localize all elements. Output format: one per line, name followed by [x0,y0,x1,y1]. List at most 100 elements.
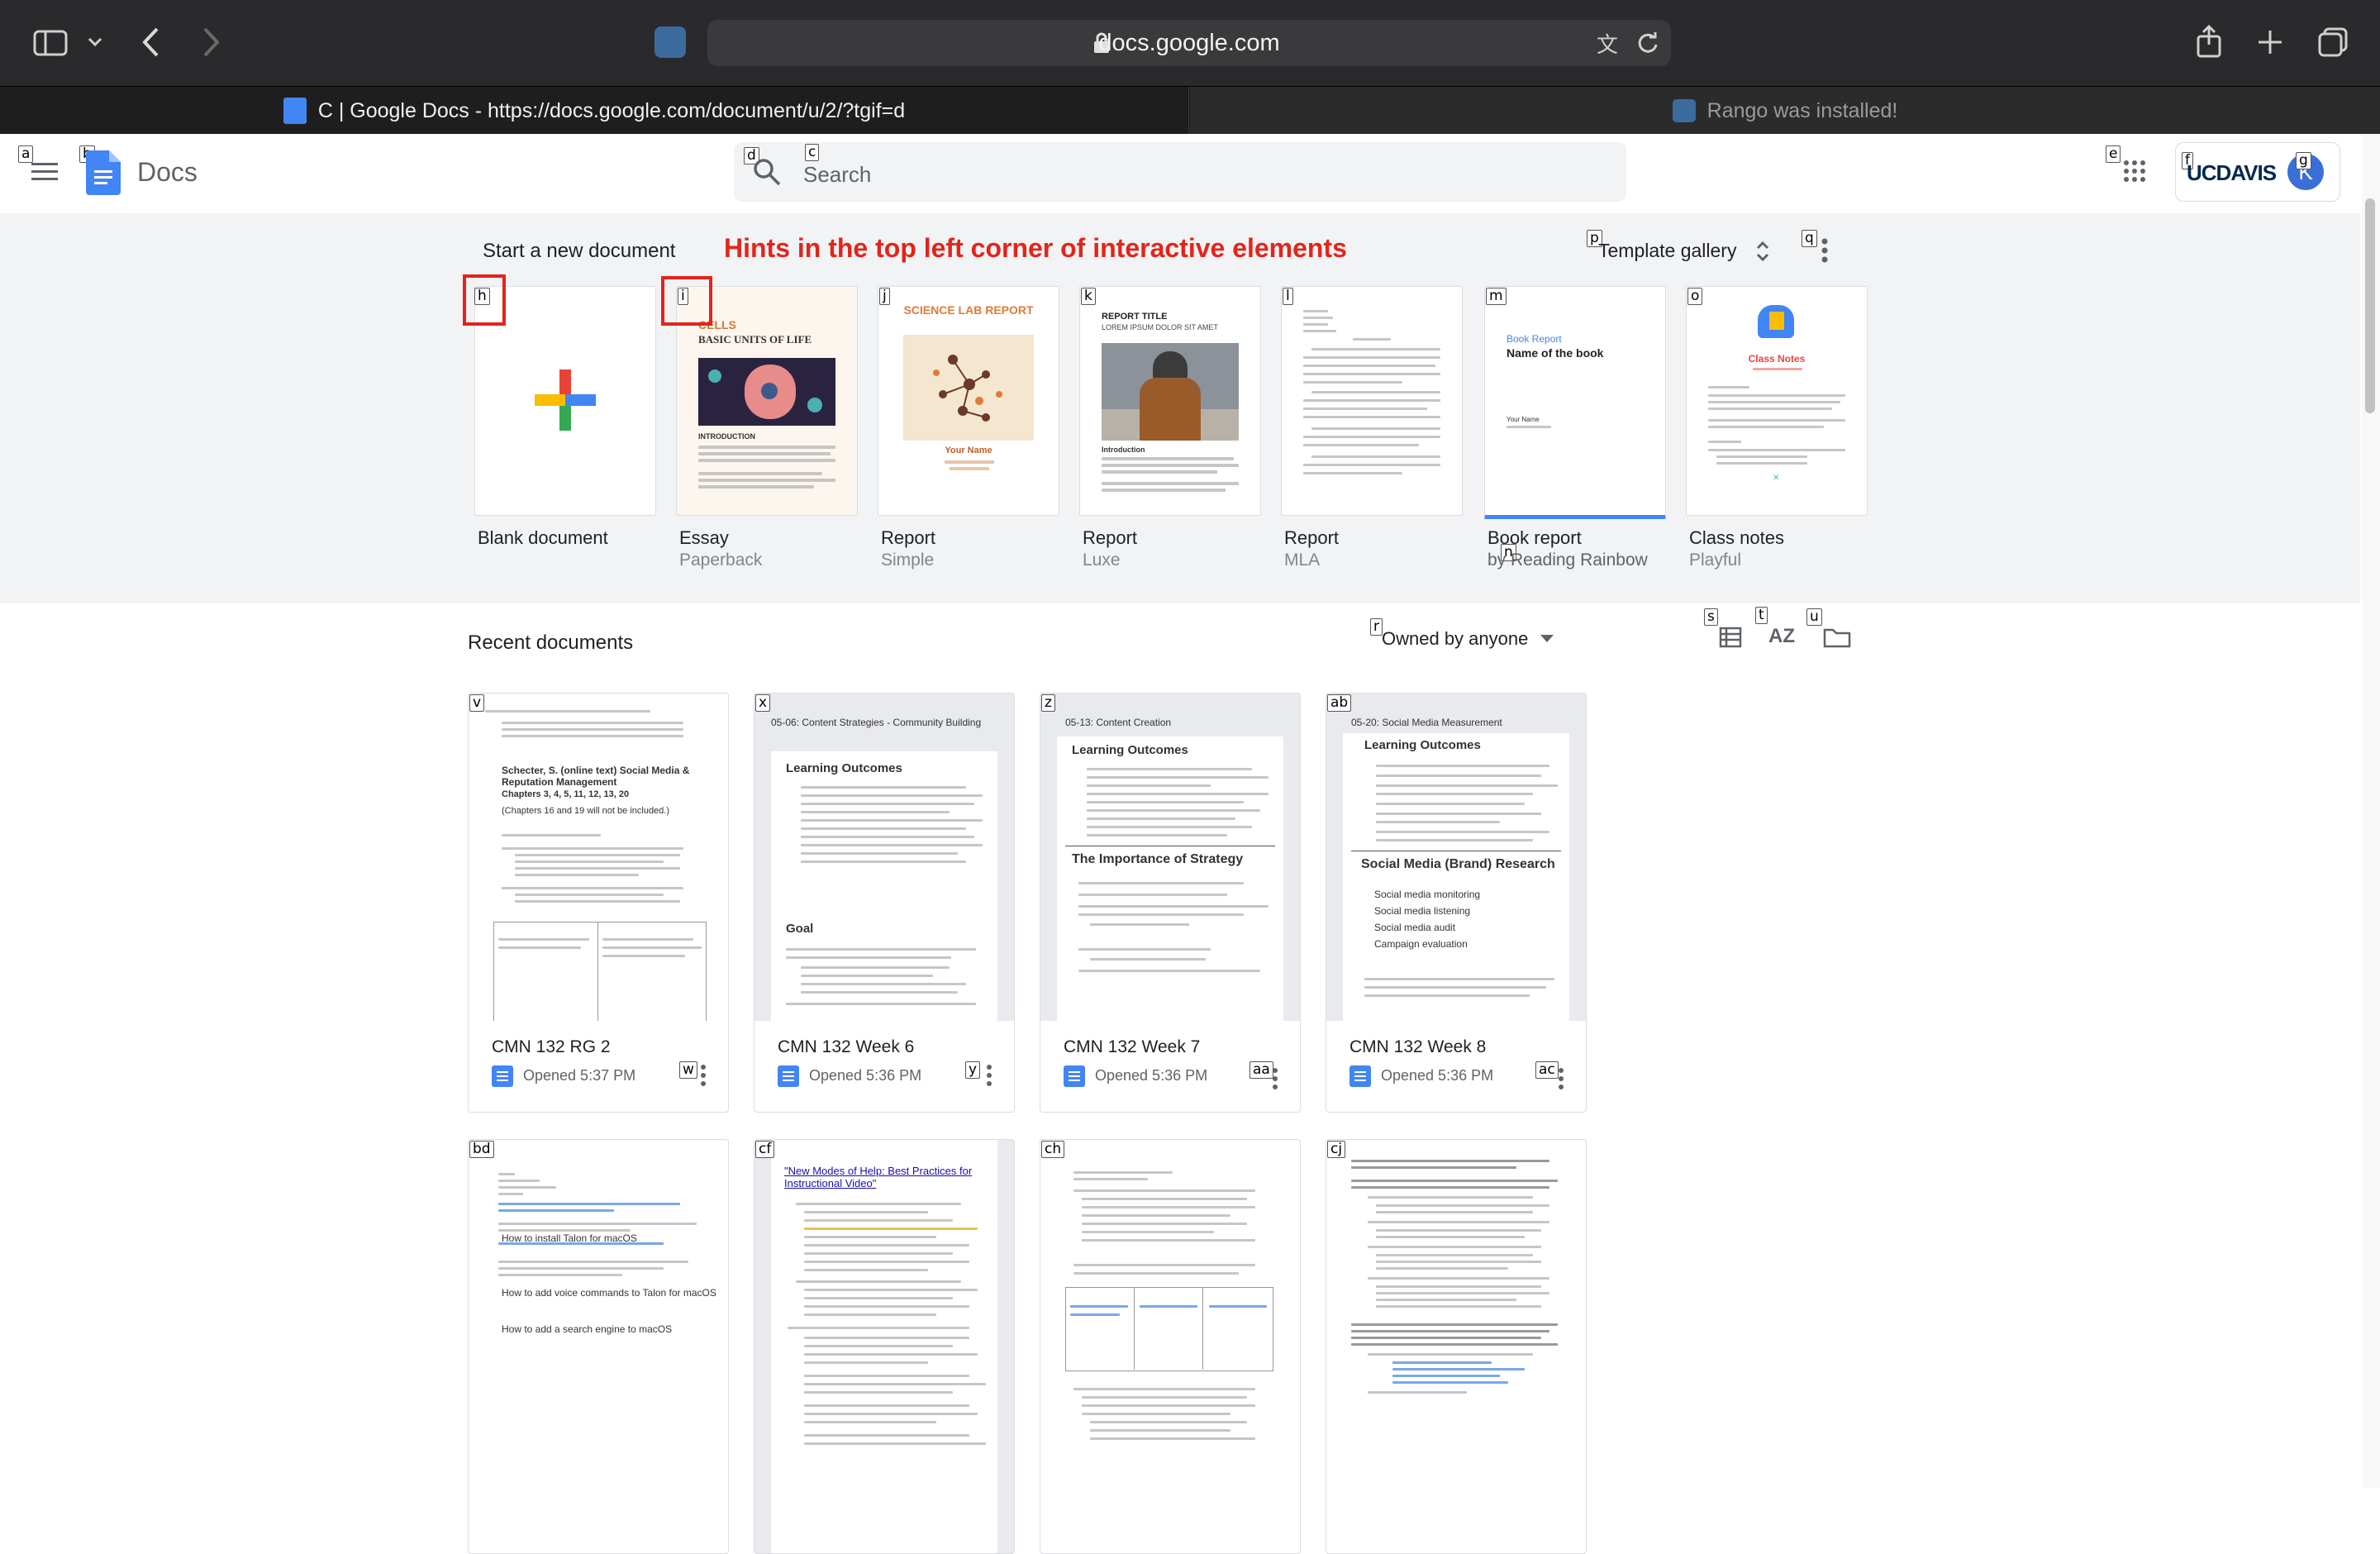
hint-badge: o [1687,288,1703,305]
template-subtitle: Paperback [679,551,763,570]
hint-badge: v [469,694,485,712]
doc-card[interactable]: Schecter, S. (online text) Social Media … [468,693,729,1113]
thumb-title: REPORT TITLE [1102,312,1168,322]
share-icon[interactable] [2195,25,2223,58]
hint-badge: ab [1327,694,1352,712]
template-subtitle: by Reading Rainbow [1488,551,1648,570]
tab-google-docs[interactable]: C | Google Docs - https://docs.google.co… [0,87,1189,135]
hint-badge: aa [1250,1061,1273,1079]
section-title: Start a new document [483,240,676,262]
hint-badge: y [965,1061,981,1079]
hint-badge: r [1370,618,1383,636]
more-vert-icon[interactable] [700,1064,707,1087]
more-vert-icon[interactable] [986,1064,992,1087]
translate-icon[interactable]: 文 [1597,28,1630,58]
hint-badge: g [2296,152,2311,169]
hint-badge: ac [1535,1061,1559,1079]
doc-card[interactable]: 05-13: Content Creation Learning Outcome… [1040,693,1301,1113]
docs-logo-icon[interactable] [86,150,121,195]
search-icon[interactable] [752,157,782,187]
docs-file-icon [492,1065,513,1087]
new-tab-icon[interactable] [2256,28,2284,56]
chevron-down-icon[interactable] [88,36,102,48]
dropdown-arrow-icon[interactable] [1540,635,1554,643]
preview-line: How to add voice commands to Talon for m… [502,1287,716,1299]
folder-icon[interactable] [1823,627,1851,648]
docs-file-icon [1349,1065,1371,1087]
hint-badge: l [1283,288,1293,305]
thumb-photo [1102,343,1239,441]
hint-badge: u [1806,608,1822,626]
doc-opened-time: Opened 5:36 PM [1095,1067,1208,1084]
apps-grid-icon[interactable] [2124,160,2145,182]
template-report-simple[interactable]: SCIENCE LAB REPORT Your Name [878,286,1059,516]
tab-bar: C | Google Docs - https://docs.google.co… [0,86,2380,135]
hint-badge: ch [1041,1141,1065,1158]
doc-opened-time: Opened 5:36 PM [1381,1067,1494,1084]
doc-title: CMN 132 Week 8 [1349,1037,1487,1056]
hint-badge: bd [469,1141,494,1158]
back-icon[interactable] [140,26,160,58]
doc-card[interactable] [1326,1139,1587,1554]
main-menu-icon[interactable] [31,162,58,182]
template-class-notes[interactable]: Class Notes ✕ [1686,286,1868,516]
address-bar[interactable]: docs.google.com 文 [707,20,1671,66]
template-book-report[interactable]: Book Report Name of the book Your Name [1484,286,1666,519]
url-text: docs.google.com [1098,30,1280,56]
plus-icon [535,369,596,431]
doc-card[interactable]: 05-06: Content Strategies - Community Bu… [754,693,1015,1113]
expand-collapse-icon[interactable] [1755,240,1770,263]
preview-h2: Social Media (Brand) Research [1361,857,1555,871]
template-subtitle: Simple [881,551,935,570]
template-subtitle: MLA [1284,551,1321,570]
doc-card[interactable] [1040,1139,1301,1554]
doc-card[interactable]: "New Modes of Help: Best Practices for I… [754,1139,1015,1554]
owner-filter-dropdown[interactable]: Owned by anyone [1382,628,1528,650]
forward-icon[interactable] [202,26,221,58]
tab-rango[interactable]: Rango was installed! [1190,87,2380,135]
template-subtitle: Luxe [1083,551,1121,570]
scrollbar-thumb[interactable] [2365,198,2375,413]
tab-label: C | Google Docs - https://docs.google.co… [317,98,906,122]
search-placeholder: Search [803,162,872,187]
template-gallery-button[interactable]: Template gallery [1598,240,1736,262]
rango-favicon-icon [1672,99,1696,122]
docs-file-icon [1064,1065,1085,1087]
rango-extension-icon[interactable] [654,26,686,58]
preview-h1: Learning Outcomes [1364,738,1481,752]
thumb-subtitle: LOREM IPSUM DOLOR SIT AMET [1102,323,1218,331]
thumb-illustration [698,358,835,426]
tab-overview-icon[interactable] [2317,26,2349,58]
recent-title: Recent documents [468,632,634,654]
hint-badge: e [2106,145,2121,163]
list-view-icon[interactable] [1719,627,1742,648]
hint-badge: j [879,288,890,305]
preview-top: 05-06: Content Strategies - Community Bu… [771,717,982,728]
doc-preview: 05-20: Social Media Measurement Learning… [1326,694,1586,1021]
reload-icon[interactable] [1636,31,1659,55]
preview-list-item: Social media audit [1374,922,1456,933]
doc-card[interactable]: 05-20: Social Media Measurement Learning… [1326,693,1587,1113]
template-name: Report [1284,527,1340,548]
more-vert-icon[interactable] [1821,238,1828,263]
doc-preview: Schecter, S. (online text) Social Media … [469,694,728,1021]
preview-line: How to add a search engine to macOS [502,1323,673,1335]
doc-opened-time: Opened 5:36 PM [809,1067,922,1084]
template-name: Class notes [1689,527,1784,548]
template-report-luxe[interactable]: REPORT TITLE LOREM IPSUM DOLOR SIT AMET … [1079,286,1261,516]
doc-title: CMN 132 RG 2 [492,1037,611,1056]
template-report-mla[interactable] [1281,286,1463,516]
thumb-section: Introduction [1102,446,1145,454]
tab-label: Rango was installed! [1706,98,1898,122]
doc-card[interactable]: How to install Talon for macOS How to ad… [468,1139,729,1554]
hint-badge: cj [1327,1141,1346,1158]
hint-badge: t [1755,607,1768,624]
preview-list-item: Social media monitoring [1374,889,1481,900]
sort-az-icon[interactable]: AZ [1768,625,1795,648]
preview-line: How to install Talon for macOS [502,1232,637,1244]
template-name: Blank document [478,527,608,548]
sidebar-toggle-icon[interactable] [33,30,68,56]
preview-top: 05-20: Social Media Measurement [1351,717,1502,728]
more-vert-icon[interactable] [1558,1067,1564,1090]
hint-badge: k [1081,288,1096,305]
